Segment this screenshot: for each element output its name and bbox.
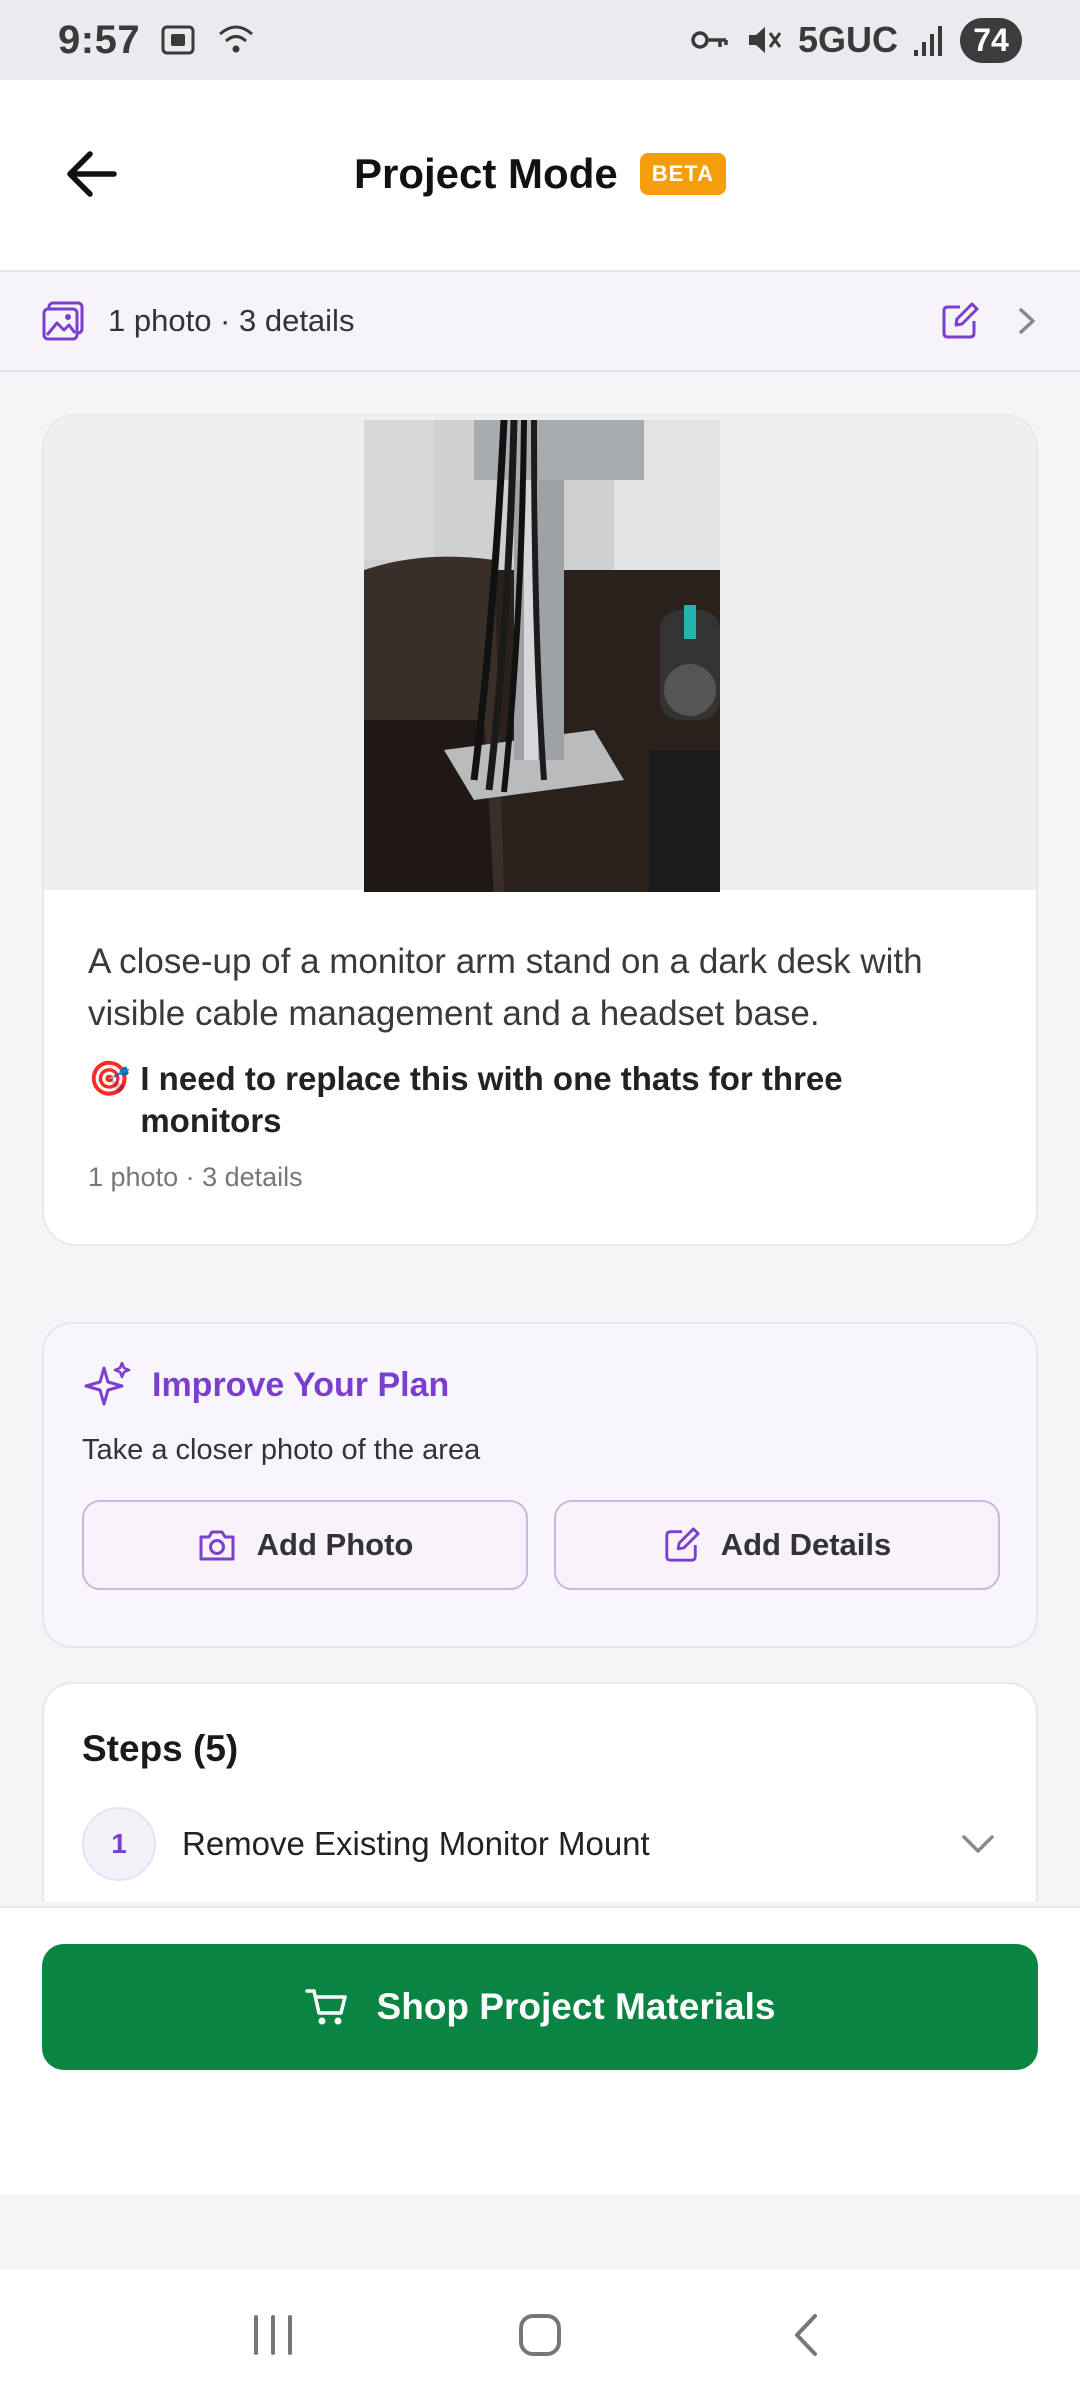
cart-icon	[304, 1989, 347, 2025]
home-button[interactable]	[500, 2295, 580, 2375]
status-time: 9:57	[58, 17, 141, 62]
status-bar: 9:57 5GUC 74	[0, 0, 1080, 80]
recent-apps-button[interactable]	[233, 2295, 313, 2375]
edit-icon	[665, 1527, 700, 1562]
step-number: 1	[82, 1807, 156, 1881]
photo-area	[44, 416, 1036, 892]
improve-plan-card: Improve Your Plan Take a closer photo of…	[42, 1322, 1038, 1648]
project-description: A close-up of a monitor arm stand on a d…	[88, 942, 923, 1033]
add-details-button[interactable]: Add Details	[554, 1500, 1000, 1590]
project-goal: 🎯 I need to replace this with one thats …	[88, 1058, 992, 1142]
shop-label: Shop Project Materials	[376, 1986, 776, 2027]
bottom-action-area: Shop Project Materials	[0, 1906, 1080, 2194]
project-photo[interactable]	[364, 420, 720, 892]
summary-text: 1 photo · 3 details	[108, 303, 355, 338]
mute-icon	[748, 27, 782, 53]
sparkles-icon	[84, 1361, 131, 1406]
shop-project-materials-button[interactable]: Shop Project Materials	[42, 1944, 1038, 2070]
add-photo-button[interactable]: Add Photo	[82, 1500, 528, 1590]
camera-icon	[199, 1530, 235, 1561]
back-chevron-icon	[794, 2314, 817, 2356]
goal-text: I need to replace this with one thats fo…	[140, 1060, 843, 1139]
system-nav-bar	[0, 2270, 1080, 2400]
screenshot-icon	[161, 25, 195, 55]
network-type: 5GUC	[797, 19, 898, 60]
wifi-icon	[219, 25, 254, 53]
edit-icon[interactable]	[940, 301, 980, 341]
home-icon	[518, 2314, 561, 2356]
beta-badge: BETA	[639, 153, 726, 195]
app-header: Project Mode BETA	[0, 80, 1080, 272]
signal-icon	[914, 26, 942, 56]
target-icon: 🎯	[88, 1060, 131, 1098]
add-details-label: Add Details	[720, 1527, 892, 1562]
recent-apps-icon	[254, 2315, 293, 2355]
card-meta: 1 photo · 3 details	[88, 1162, 303, 1192]
steps-title: Steps (5)	[82, 1728, 239, 1769]
improve-title: Improve Your Plan	[152, 1365, 450, 1404]
system-back-button[interactable]	[767, 2295, 847, 2375]
add-photo-label: Add Photo	[256, 1527, 414, 1562]
step-label: Remove Existing Monitor Mount	[182, 1825, 650, 1862]
step-item[interactable]: 1 Remove Existing Monitor Mount	[82, 1806, 998, 1882]
battery-level: 74	[960, 17, 1022, 63]
project-summary-bar[interactable]: 1 photo · 3 details	[0, 272, 1080, 372]
chevron-down-icon	[962, 1835, 994, 1853]
gallery-icon	[42, 301, 84, 341]
page-title: Project Mode	[354, 150, 618, 197]
steps-card: Steps (5) 1 Remove Existing Monitor Moun…	[42, 1682, 1038, 1902]
improve-subtitle: Take a closer photo of the area	[82, 1434, 481, 1466]
chevron-right-icon[interactable]	[1014, 303, 1040, 339]
project-photo-card: A close-up of a monitor arm stand on a d…	[42, 414, 1038, 1246]
vpn-key-icon	[691, 31, 728, 49]
